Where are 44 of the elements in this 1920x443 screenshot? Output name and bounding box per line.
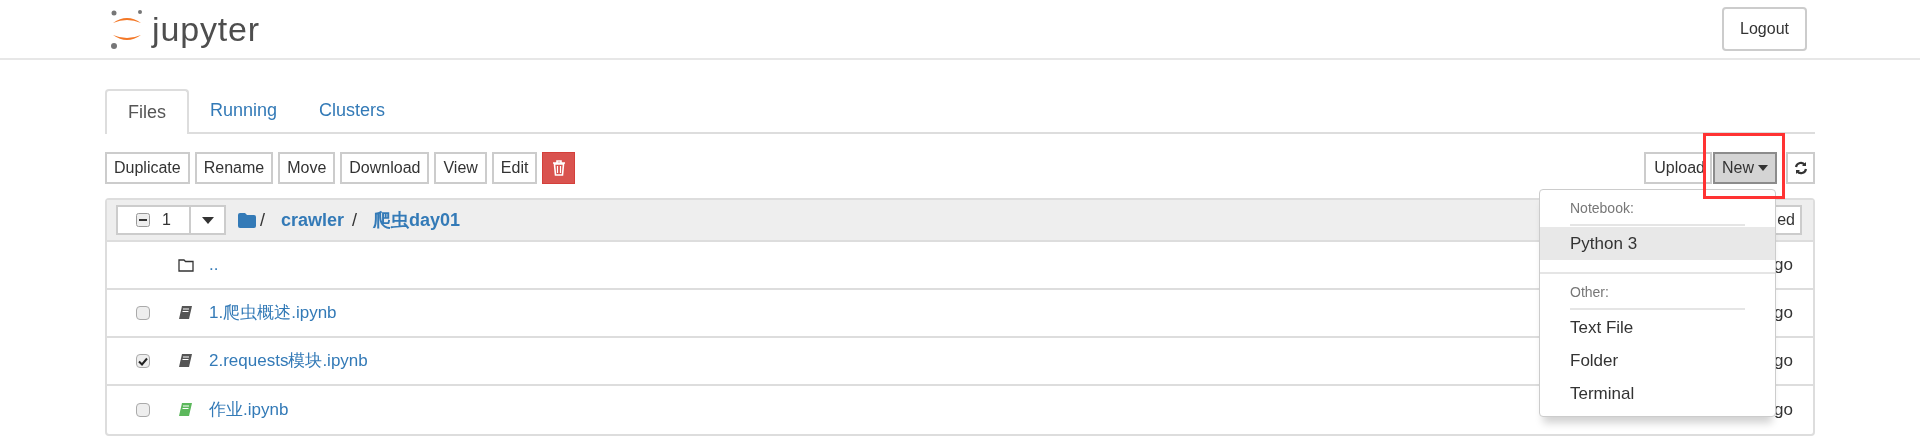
breadcrumb-link[interactable]: crawler <box>281 206 345 234</box>
tab[interactable]: Running <box>189 89 299 132</box>
selected-count: 1 <box>162 210 171 230</box>
file-link[interactable]: 作业.ipynb <box>209 397 289 423</box>
breadcrumb-link[interactable]: 爬虫day01 <box>373 206 461 234</box>
row-checkbox[interactable] <box>136 354 150 368</box>
file-link[interactable]: .. <box>209 252 219 278</box>
caret-icon <box>201 216 214 224</box>
notebook-icon <box>178 402 194 418</box>
menu-item[interactable]: Terminal <box>1540 377 1775 410</box>
file-link[interactable]: 2.requests模块.ipynb <box>209 348 368 374</box>
breadcrumb-separator: / <box>260 208 265 232</box>
toolbar-button[interactable]: Duplicate <box>105 151 190 184</box>
toolbar-button[interactable]: Rename <box>194 151 274 184</box>
toolbar-button[interactable]: Download <box>340 151 430 184</box>
notebook-icon <box>178 305 194 321</box>
toolbar-button[interactable]: View <box>434 151 487 184</box>
new-button[interactable]: New <box>1713 151 1777 184</box>
tab[interactable]: Files <box>105 89 189 134</box>
select-all-checkbox[interactable] <box>136 213 151 227</box>
menu-item[interactable]: Text File <box>1540 311 1775 344</box>
row-checkbox[interactable] <box>136 403 150 417</box>
check-icon <box>138 356 148 366</box>
row-checkbox[interactable] <box>136 306 150 320</box>
caret-icon <box>1758 164 1768 171</box>
file-link[interactable]: 1.爬虫概述.ipynb <box>209 300 337 326</box>
toolbar-button[interactable]: Move <box>278 151 336 184</box>
notebook-icon <box>178 353 194 369</box>
menu-heading: Other: <box>1570 284 1609 300</box>
refresh-button[interactable] <box>1786 151 1815 184</box>
trash-icon <box>551 159 566 176</box>
folder-icon <box>178 258 194 272</box>
folder-icon[interactable] <box>238 212 256 228</box>
logo-icon <box>110 9 144 49</box>
tab[interactable]: Clusters <box>298 89 407 132</box>
delete-button[interactable] <box>542 151 576 184</box>
menu-item[interactable]: Folder <box>1540 344 1775 377</box>
logo-text: jupyter <box>152 12 260 46</box>
refresh-icon <box>1793 160 1808 175</box>
breadcrumb-separator: / <box>352 208 358 232</box>
menu-heading: Notebook: <box>1570 200 1634 216</box>
toolbar-button[interactable]: Edit <box>491 151 538 184</box>
logout-button[interactable]: Logout <box>1722 7 1807 51</box>
menu-item[interactable]: Python 3 <box>1540 227 1775 260</box>
